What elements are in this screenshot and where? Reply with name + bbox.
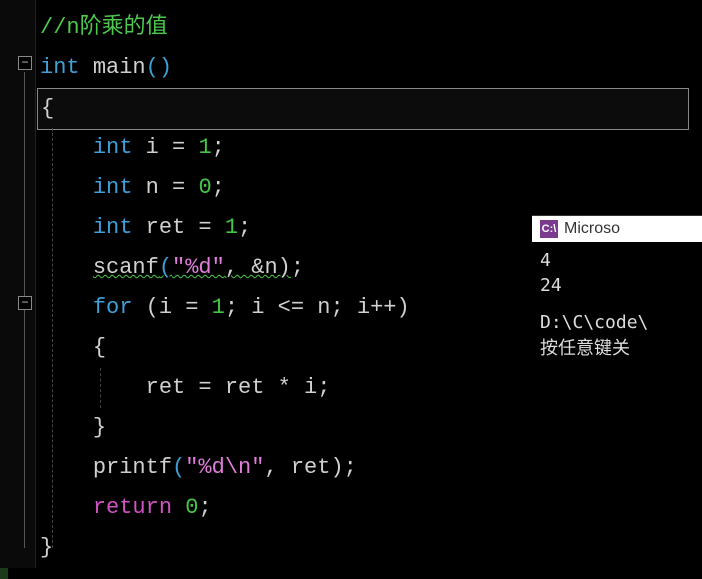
- func-main: main: [93, 55, 146, 80]
- fold-toggle-main[interactable]: −: [18, 56, 32, 70]
- keyword-int: int: [93, 215, 133, 240]
- keyword-for: for: [93, 295, 133, 320]
- code-line[interactable]: }: [40, 528, 702, 568]
- keyword-int: int: [93, 135, 133, 160]
- number-literal: 0: [185, 495, 198, 520]
- code-line[interactable]: }: [40, 408, 702, 448]
- semicolon: ;: [291, 255, 304, 280]
- brace-open: {: [41, 96, 54, 121]
- console-titlebar[interactable]: C:\ Microso: [532, 216, 702, 242]
- indent-guide: [100, 368, 101, 408]
- string-literal: "%d": [172, 255, 225, 280]
- console-line: 24: [540, 273, 694, 298]
- keyword-int: int: [93, 175, 133, 200]
- number-literal: 1: [225, 215, 238, 240]
- code-text: n =: [132, 175, 198, 200]
- semicolon: ;: [238, 215, 251, 240]
- console-icon: C:\: [540, 220, 558, 238]
- func-scanf: scanf: [93, 255, 159, 280]
- semicolon: ;: [198, 495, 211, 520]
- console-line: 4: [540, 248, 694, 273]
- number-literal: 1: [198, 135, 211, 160]
- keyword-return: return: [93, 495, 172, 520]
- console-line: 按任意键关: [540, 336, 694, 361]
- code-text: (i =: [132, 295, 211, 320]
- code-text: ; i <= n; i++): [225, 295, 410, 320]
- space: [172, 495, 185, 520]
- console-line: D:\C\code\: [540, 310, 694, 335]
- paren-open: (: [172, 455, 185, 480]
- code-line[interactable]: int i = 1;: [40, 128, 702, 168]
- console-title-text: Microso: [564, 220, 620, 238]
- code-line[interactable]: printf("%d\n", ret);: [40, 448, 702, 488]
- code-line[interactable]: {: [40, 88, 702, 128]
- fold-line: [24, 72, 25, 548]
- code-line[interactable]: return 0;: [40, 488, 702, 528]
- func-printf: printf: [93, 455, 172, 480]
- parens: (): [146, 55, 172, 80]
- code-text: ret = ret * i;: [146, 375, 331, 400]
- semicolon: ;: [212, 175, 225, 200]
- code-text: , &n): [225, 255, 291, 280]
- code-text: , ret);: [264, 455, 356, 480]
- paren-open: (: [159, 255, 172, 280]
- number-literal: 1: [212, 295, 225, 320]
- current-line-highlight: {: [37, 88, 689, 130]
- code-text: i =: [132, 135, 198, 160]
- code-line[interactable]: int main(): [40, 48, 702, 88]
- console-output: 4 24 D:\C\code\ 按任意键关: [532, 242, 702, 367]
- string-literal: "%d\n": [185, 455, 264, 480]
- code-text: ret =: [132, 215, 224, 240]
- console-window[interactable]: C:\ Microso 4 24 D:\C\code\ 按任意键关: [532, 215, 702, 375]
- code-line[interactable]: int n = 0;: [40, 168, 702, 208]
- gutter: − −: [0, 0, 36, 568]
- code-line[interactable]: //n阶乘的值: [40, 8, 702, 48]
- brace-open: {: [93, 335, 106, 360]
- comment-text: //n阶乘的值: [40, 15, 168, 40]
- brace-close: }: [93, 415, 106, 440]
- fold-toggle-for[interactable]: −: [18, 296, 32, 310]
- semicolon: ;: [212, 135, 225, 160]
- indent-guide: [52, 128, 53, 548]
- keyword-int: int: [40, 55, 93, 80]
- number-literal: 0: [198, 175, 211, 200]
